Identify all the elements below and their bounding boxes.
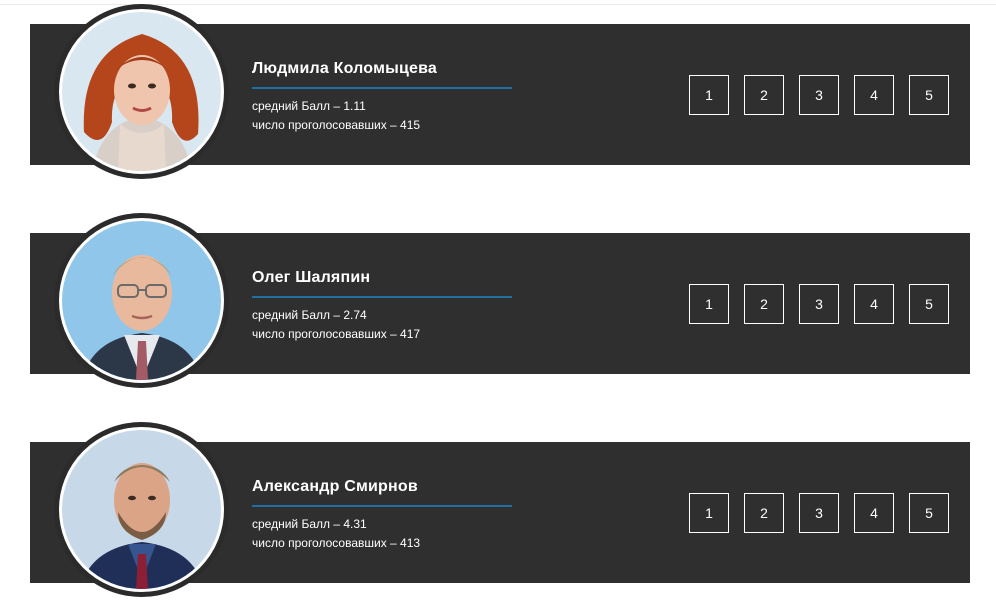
rate-button-2[interactable]: 2 — [744, 284, 784, 324]
average-score: средний Балл – 2.74 — [252, 308, 367, 322]
candidate-photo — [62, 12, 221, 171]
name-underline — [252, 87, 512, 89]
candidate-photo — [62, 221, 221, 380]
candidate-name: Людмила Коломыцева — [252, 60, 438, 77]
avatar — [54, 4, 229, 179]
candidate-name: Александр Смирнов — [252, 478, 418, 495]
rate-button-4[interactable]: 4 — [854, 75, 894, 115]
rate-button-4[interactable]: 4 — [854, 493, 894, 533]
rate-button-5[interactable]: 5 — [909, 75, 949, 115]
avatar — [54, 422, 229, 597]
vote-count: число проголосовавших – 417 — [252, 327, 421, 341]
rate-button-5[interactable]: 5 — [909, 493, 949, 533]
rate-button-1[interactable]: 1 — [689, 284, 729, 324]
rate-button-4[interactable]: 4 — [854, 284, 894, 324]
candidate-name: Олег Шаляпин — [252, 269, 371, 286]
rate-button-5[interactable]: 5 — [909, 284, 949, 324]
rate-button-1[interactable]: 1 — [689, 75, 729, 115]
rate-button-1[interactable]: 1 — [689, 493, 729, 533]
average-score: средний Балл – 1.11 — [252, 99, 366, 113]
rate-button-3[interactable]: 3 — [799, 75, 839, 115]
rate-button-2[interactable]: 2 — [744, 75, 784, 115]
candidate-photo — [62, 430, 221, 589]
candidate-card: Александр Смирнов средний Балл – 4.31 чи… — [30, 422, 970, 597]
rate-button-2[interactable]: 2 — [744, 493, 784, 533]
average-score: средний Балл – 4.31 — [252, 517, 367, 531]
candidate-card: Олег Шаляпин средний Балл – 2.74 число п… — [30, 213, 970, 388]
avatar — [54, 213, 229, 388]
candidate-card: Людмила Коломыцева средний Балл – 1.11 ч… — [30, 4, 970, 179]
name-underline — [252, 296, 512, 298]
vote-count: число проголосовавших – 415 — [252, 118, 421, 132]
vote-count: число проголосовавших – 413 — [252, 536, 421, 550]
rate-button-3[interactable]: 3 — [799, 284, 839, 324]
rate-button-3[interactable]: 3 — [799, 493, 839, 533]
name-underline — [252, 505, 512, 507]
